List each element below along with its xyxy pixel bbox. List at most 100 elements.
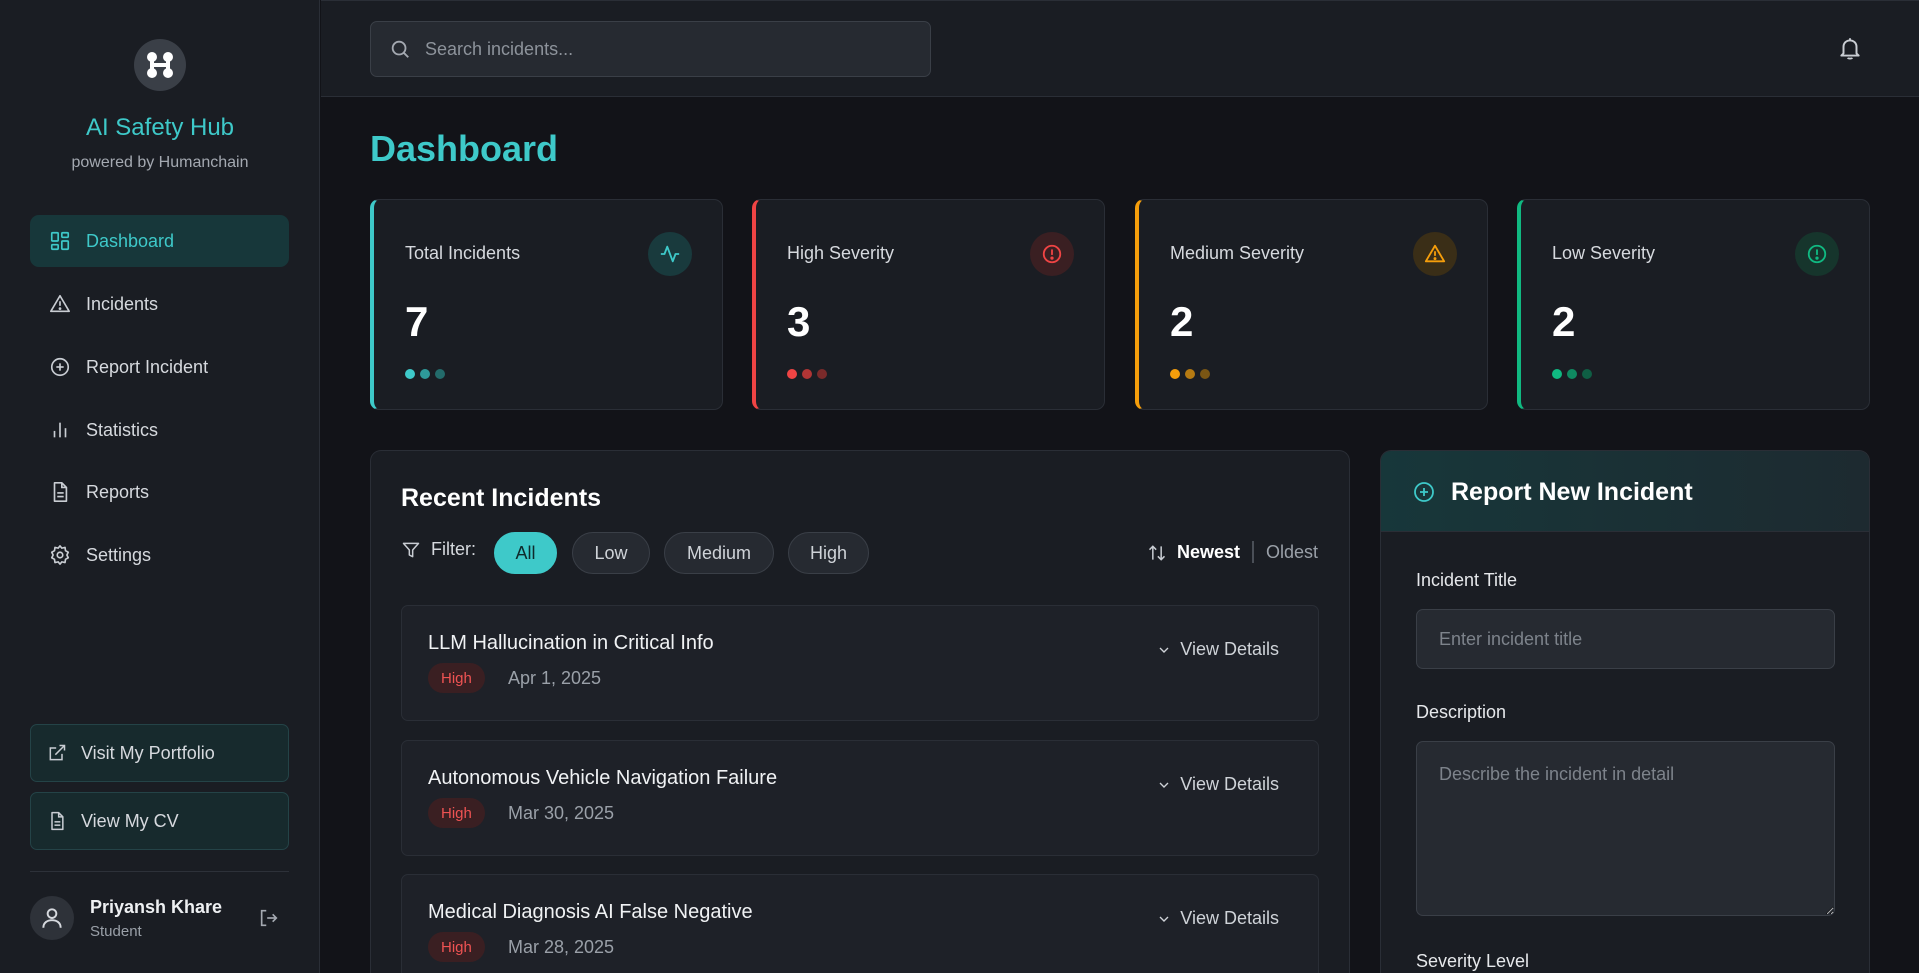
view-details-button[interactable]: View Details bbox=[1156, 908, 1279, 929]
gear-icon bbox=[50, 545, 70, 565]
severity-badge: High bbox=[428, 932, 485, 962]
stat-card-total: Total Incidents 7 bbox=[370, 199, 723, 410]
sidebar-item-label: Dashboard bbox=[86, 230, 175, 251]
sidebar-item-incidents[interactable]: Incidents bbox=[30, 278, 289, 330]
report-panel-header: Report New Incident bbox=[1381, 451, 1869, 532]
user-icon bbox=[42, 908, 62, 928]
view-details-button[interactable]: View Details bbox=[1156, 774, 1279, 795]
incident-title: Medical Diagnosis AI False Negative bbox=[428, 901, 753, 923]
sidebar-item-label: Reports bbox=[86, 481, 150, 502]
stat-value: 7 bbox=[405, 298, 429, 345]
alert-circle-icon bbox=[1030, 232, 1074, 276]
plus-circle-icon bbox=[1414, 482, 1434, 502]
user-name: Priyansh Khare bbox=[90, 897, 223, 917]
filter-label: Filter: bbox=[401, 539, 476, 560]
incident-card[interactable]: Autonomous Vehicle Navigation Failure Hi… bbox=[401, 740, 1319, 856]
sidebar-item-label: Statistics bbox=[86, 419, 159, 440]
incident-title: Autonomous Vehicle Navigation Failure bbox=[428, 767, 778, 789]
search-input[interactable] bbox=[425, 38, 905, 60]
view-cv-label: View My CV bbox=[81, 810, 179, 831]
stat-card-high: High Severity 3 bbox=[752, 199, 1105, 410]
alert-triangle-icon bbox=[1413, 232, 1457, 276]
logout-icon[interactable] bbox=[258, 907, 280, 929]
view-details-button[interactable]: View Details bbox=[1156, 639, 1279, 660]
document-icon bbox=[53, 482, 68, 502]
stat-card-low: Low Severity 2 bbox=[1517, 199, 1870, 410]
sort-newest-button[interactable]: Newest bbox=[1177, 542, 1240, 563]
stat-dots bbox=[1170, 369, 1210, 379]
dashboard-icon bbox=[50, 231, 70, 251]
stat-label: Medium Severity bbox=[1170, 243, 1305, 263]
sort-icon bbox=[1148, 545, 1166, 561]
filter-icon bbox=[402, 542, 420, 557]
chevron-down-icon bbox=[1159, 647, 1169, 653]
visit-portfolio-label: Visit My Portfolio bbox=[81, 742, 215, 763]
sort-divider bbox=[1252, 541, 1254, 563]
user-role: Student bbox=[90, 923, 142, 940]
recent-incidents-panel: Recent Incidents Filter: All Low Medium … bbox=[370, 450, 1350, 973]
sidebar-item-label: Report Incident bbox=[86, 356, 209, 377]
bar-chart-icon bbox=[53, 422, 67, 438]
avatar bbox=[30, 896, 74, 940]
description-textarea[interactable] bbox=[1416, 741, 1835, 916]
view-details-label: View Details bbox=[1180, 639, 1279, 659]
search-icon bbox=[391, 40, 409, 58]
stat-value: 2 bbox=[1170, 298, 1194, 345]
incident-title-label: Incident Title bbox=[1416, 570, 1518, 590]
incident-date: Mar 30, 2025 bbox=[508, 803, 615, 823]
sort-oldest-button[interactable]: Oldest bbox=[1266, 542, 1318, 563]
page-title: Dashboard bbox=[370, 128, 559, 169]
view-details-label: View Details bbox=[1180, 908, 1279, 928]
stat-label: Total Incidents bbox=[405, 243, 521, 263]
brand-title: AI Safety Hub bbox=[85, 114, 235, 141]
stat-value: 2 bbox=[1552, 298, 1576, 345]
sidebar-item-label: Settings bbox=[86, 544, 152, 565]
report-panel-title: Report New Incident bbox=[1451, 478, 1693, 506]
info-circle-icon bbox=[1795, 232, 1839, 276]
sidebar-item-dashboard[interactable]: Dashboard bbox=[30, 215, 289, 267]
severity-level-label: Severity Level bbox=[1416, 951, 1530, 971]
sidebar-item-settings[interactable]: Settings bbox=[30, 529, 289, 581]
view-cv-button[interactable]: View My CV bbox=[30, 792, 289, 850]
sidebar: AI Safety Hub powered by Humanchain Dash… bbox=[0, 0, 320, 973]
bell-icon[interactable] bbox=[1837, 35, 1863, 61]
external-link-icon bbox=[49, 744, 66, 761]
stat-label: High Severity bbox=[787, 243, 895, 263]
search-box[interactable] bbox=[370, 21, 931, 77]
recent-incidents-title: Recent Incidents bbox=[401, 484, 602, 512]
incident-date: Apr 1, 2025 bbox=[508, 668, 602, 688]
brand-subtitle: powered by Humanchain bbox=[71, 154, 249, 171]
sidebar-divider bbox=[30, 871, 289, 872]
severity-badge: High bbox=[428, 663, 485, 693]
incident-title: LLM Hallucination in Critical Info bbox=[428, 632, 714, 654]
stat-dots bbox=[405, 369, 445, 379]
plus-circle-icon bbox=[50, 357, 70, 377]
stat-card-medium: Medium Severity 2 bbox=[1135, 199, 1488, 410]
chevron-down-icon bbox=[1159, 782, 1169, 788]
incident-card[interactable]: LLM Hallucination in Critical Info High … bbox=[401, 605, 1319, 721]
report-incident-panel: Report New Incident Incident Title Descr… bbox=[1380, 450, 1870, 973]
visit-portfolio-button[interactable]: Visit My Portfolio bbox=[30, 724, 289, 782]
stat-dots bbox=[787, 369, 827, 379]
incident-card[interactable]: Medical Diagnosis AI False Negative High… bbox=[401, 874, 1319, 973]
stat-dots bbox=[1552, 369, 1592, 379]
severity-badge: High bbox=[428, 798, 485, 828]
filter-chip-medium[interactable]: Medium bbox=[664, 532, 774, 574]
view-details-label: View Details bbox=[1180, 774, 1279, 794]
filter-chip-high[interactable]: High bbox=[788, 532, 869, 574]
sidebar-item-report-incident[interactable]: Report Incident bbox=[30, 341, 289, 393]
filter-chip-all[interactable]: All bbox=[494, 532, 557, 574]
stat-label: Low Severity bbox=[1552, 243, 1656, 263]
sidebar-item-reports[interactable]: Reports bbox=[30, 466, 289, 518]
filter-chip-low[interactable]: Low bbox=[572, 532, 650, 574]
chevron-down-icon bbox=[1159, 916, 1169, 922]
description-label: Description bbox=[1416, 702, 1507, 722]
humanchain-logo-icon bbox=[134, 39, 186, 91]
incident-title-input[interactable] bbox=[1416, 609, 1835, 669]
activity-icon bbox=[648, 232, 692, 276]
sidebar-item-label: Incidents bbox=[86, 293, 159, 314]
topbar bbox=[321, 0, 1919, 97]
warning-triangle-icon bbox=[50, 294, 70, 313]
sidebar-item-statistics[interactable]: Statistics bbox=[30, 404, 289, 456]
incident-date: Mar 28, 2025 bbox=[508, 937, 615, 957]
